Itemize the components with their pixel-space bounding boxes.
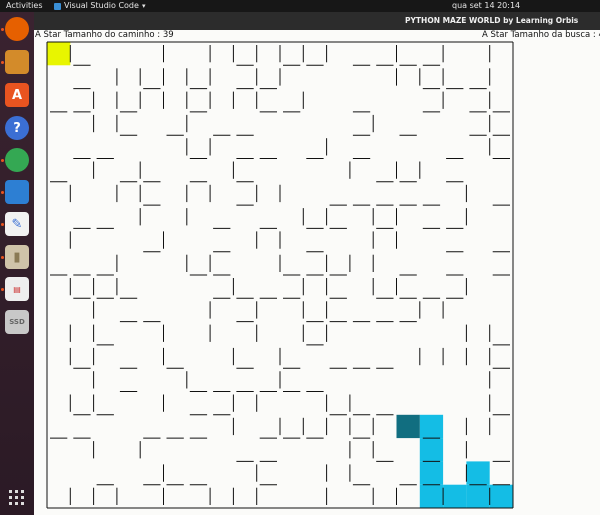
drive-icon[interactable]: SSD bbox=[5, 310, 29, 334]
running-indicator bbox=[1, 223, 4, 226]
files-icon[interactable] bbox=[5, 50, 29, 74]
text-editor-icon[interactable]: ✎ bbox=[5, 212, 29, 236]
dock: A? ✎ ▮ ▤ SSD bbox=[0, 12, 34, 515]
archive-icon[interactable]: ▮ bbox=[5, 245, 29, 269]
vscode-small-icon bbox=[54, 2, 61, 10]
window-title: PYTHON MAZE WORLD by Learning Orbis bbox=[405, 16, 579, 25]
top-bar: Activities Visual Studio Code ▾ qua set … bbox=[0, 0, 600, 12]
app-menu[interactable]: Visual Studio Code ▾ bbox=[54, 0, 145, 12]
chrome-icon[interactable] bbox=[5, 148, 29, 172]
maze-svg bbox=[46, 41, 514, 509]
chevron-down-icon: ▾ bbox=[141, 2, 146, 10]
path-cell bbox=[419, 484, 444, 508]
path-cell bbox=[443, 484, 467, 508]
help-icon[interactable]: ? bbox=[5, 116, 29, 140]
running-indicator bbox=[1, 61, 4, 64]
software-icon[interactable]: A bbox=[5, 83, 29, 107]
firefox-icon[interactable] bbox=[5, 17, 29, 41]
vscode-icon[interactable] bbox=[5, 180, 29, 204]
running-indicator bbox=[1, 191, 4, 194]
maze-canvas bbox=[34, 30, 600, 515]
path-cell bbox=[419, 438, 444, 462]
start-cell bbox=[47, 42, 71, 66]
window-titlebar[interactable]: PYTHON MAZE WORLD by Learning Orbis bbox=[34, 12, 600, 30]
running-indicator bbox=[1, 28, 4, 31]
search-length-label: A Star Tamanho da busca : 43 bbox=[482, 30, 600, 40]
show-apps-icon[interactable] bbox=[5, 486, 29, 510]
document-viewer-icon[interactable]: ▤ bbox=[5, 277, 29, 301]
path-cell bbox=[419, 414, 444, 439]
running-indicator bbox=[1, 256, 4, 259]
clock[interactable]: qua set 14 20:14 bbox=[452, 0, 520, 12]
path-cell bbox=[419, 461, 444, 485]
running-indicator bbox=[1, 288, 4, 291]
activities-button[interactable]: Activities bbox=[6, 0, 43, 12]
current-cell bbox=[396, 414, 420, 439]
running-indicator bbox=[1, 159, 4, 162]
app-menu-label: Visual Studio Code bbox=[64, 1, 139, 10]
path-cell bbox=[466, 484, 490, 508]
path-cell bbox=[489, 484, 513, 508]
path-cell bbox=[466, 461, 490, 485]
path-length-label: A Star Tamanho do caminho : 39 bbox=[35, 30, 174, 40]
